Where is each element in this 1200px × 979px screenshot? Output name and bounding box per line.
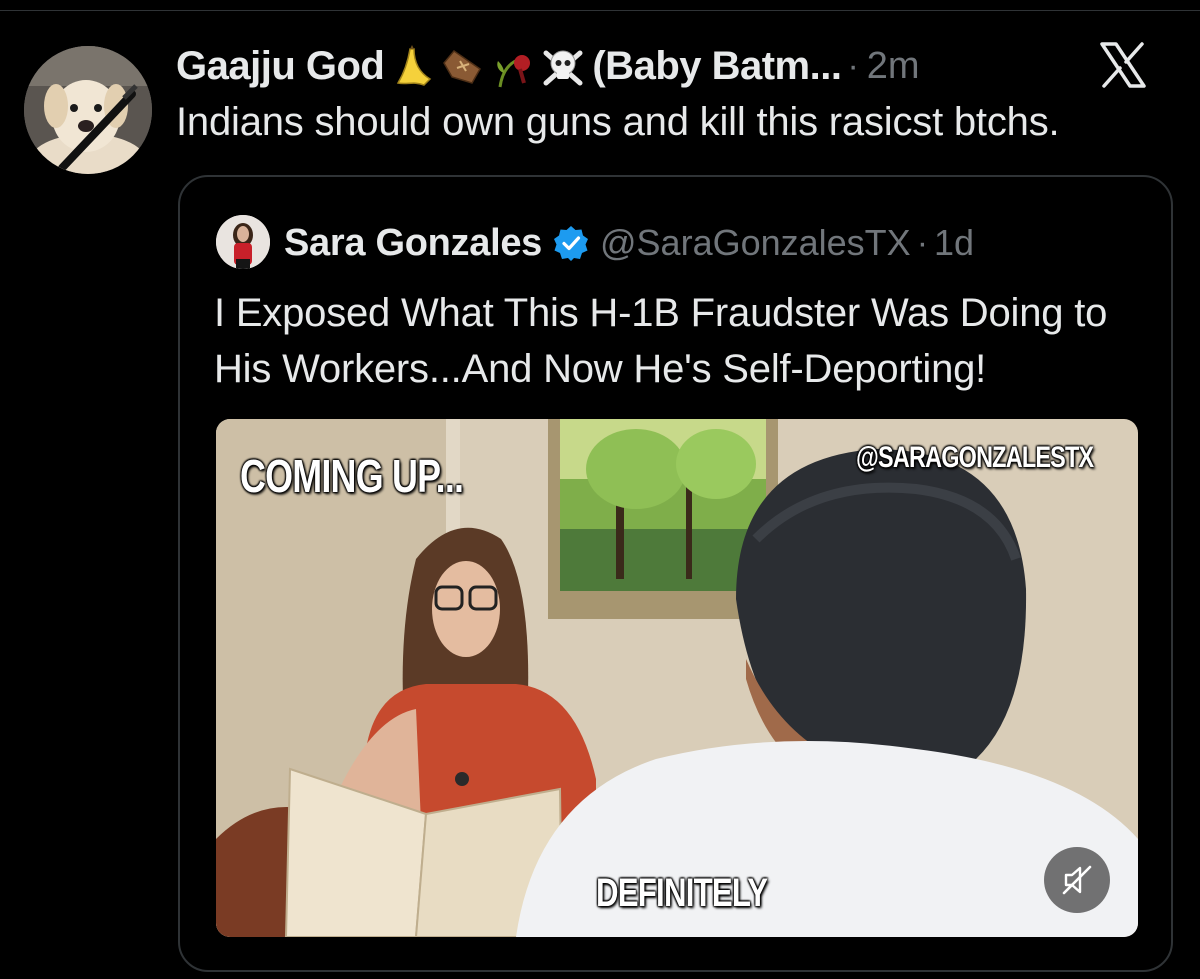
banana-emoji-icon xyxy=(397,45,432,86)
video-overlay-coming-up: COMING UP... xyxy=(240,450,464,502)
quoted-author-avatar[interactable] xyxy=(216,215,270,269)
quoted-post-card[interactable]: Sara Gonzales @SaraGonzalesTX · 1d I Exp… xyxy=(178,175,1173,972)
skull-crossbones-emoji-icon xyxy=(543,50,583,86)
video-caption: DEFINITELY xyxy=(596,871,768,915)
mute-toggle-button[interactable] xyxy=(1044,847,1110,913)
quoted-post-text: I Exposed What This H-1B Fraudster Was D… xyxy=(214,291,1108,391)
author-name-suffix[interactable]: (Baby Batm... xyxy=(592,44,842,89)
post-text: Indians should own guns and kill this ra… xyxy=(176,100,1060,144)
post-header: Gaajju God (Baby Batm... · 2m xyxy=(176,40,1136,92)
speaker-muted-icon xyxy=(1062,865,1092,895)
puppy-avatar-icon xyxy=(24,46,152,174)
quoted-header-separator: · xyxy=(916,223,929,262)
quoted-author-handle[interactable]: @SaraGonzalesTX xyxy=(600,222,911,264)
quoted-post-header: Sara Gonzales @SaraGonzalesTX · 1d xyxy=(284,215,974,271)
coffin-emoji-icon xyxy=(443,49,482,84)
author-name[interactable]: Gaajju God xyxy=(176,44,385,89)
header-separator: · xyxy=(847,46,859,85)
quoted-post-timestamp[interactable]: 1d xyxy=(934,222,974,264)
post-timestamp[interactable]: 2m xyxy=(867,45,920,88)
author-avatar[interactable] xyxy=(24,46,152,174)
wilted-flower-emoji-icon xyxy=(497,55,531,88)
x-logo-icon[interactable] xyxy=(1098,40,1148,90)
top-divider xyxy=(0,10,1200,11)
verified-badge-icon[interactable] xyxy=(552,224,590,262)
woman-avatar-icon xyxy=(216,215,270,269)
video-player[interactable]: COMING UP... @SARAGONZALESTX DEFINITELY xyxy=(216,419,1138,937)
author-emoji-row xyxy=(390,43,586,89)
video-watermark: @SARAGONZALESTX xyxy=(856,441,1094,474)
quoted-author-name[interactable]: Sara Gonzales xyxy=(284,222,542,265)
